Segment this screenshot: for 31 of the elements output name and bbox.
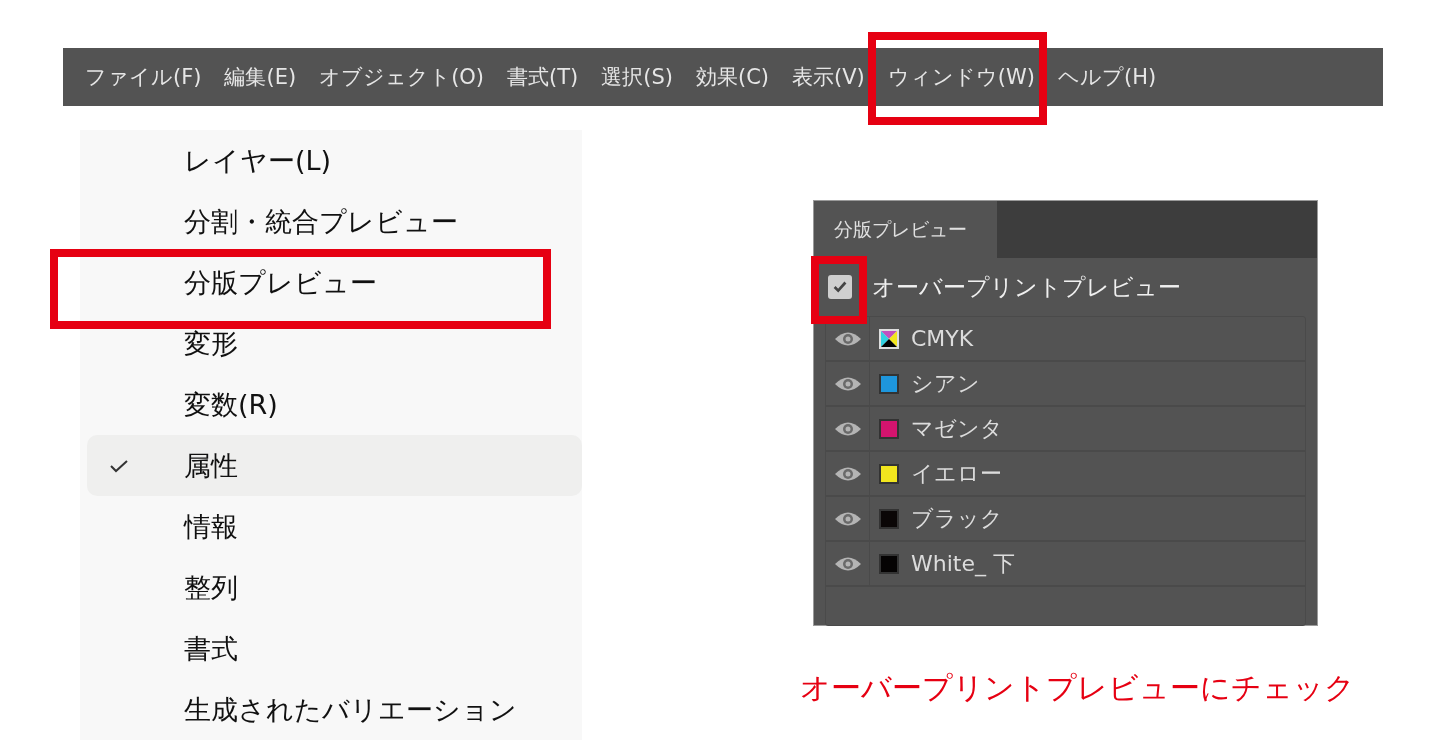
plate-name: マゼンタ [911,414,1003,443]
plate-name: イエロー [911,459,1002,488]
checkbox-label: オーバープリントプレビュー [872,272,1181,302]
menu-item[interactable]: 書式 [87,618,582,679]
menu-bar-item[interactable]: ウィンドウ(W) [887,65,1035,89]
plate-name: White_ 下 [911,549,1015,579]
menu-item[interactable]: 分版プレビュー [87,252,582,313]
menu-bar-item[interactable]: 書式(T) [507,65,579,89]
plate-name: CMYK [911,326,974,351]
plate-name: シアン [911,369,980,398]
annotation-text: オーバープリントプレビューにチェック [800,669,1355,707]
menu-item[interactable]: 分割・統合プレビュー [87,191,582,252]
menu-bar-item[interactable]: ヘルプ(H) [1057,65,1157,89]
menu-bar-item[interactable]: 効果(C) [696,65,770,89]
menu-item[interactable]: 変数(R) [87,374,582,435]
checkbox[interactable] [828,275,852,299]
checkmark-icon [109,458,129,473]
menu-bar-item[interactable]: ファイル(F) [85,65,202,89]
menu-item[interactable]: 属性 [87,435,582,496]
menu-bar-item[interactable]: 編集(E) [224,65,297,89]
menu-item[interactable]: 生成されたバリエーション [87,679,582,740]
menu-item[interactable]: 情報 [87,496,582,557]
menu-bar-item[interactable]: 選択(S) [601,65,673,89]
menu-item[interactable]: レイヤー(L) [87,130,582,191]
menu-bar-item[interactable]: 表示(V) [792,65,865,89]
plate-name: ブラック [911,504,1003,533]
menu-item[interactable]: 変形 [87,313,582,374]
panel-tab[interactable]: 分版プレビュー [814,201,997,258]
menu-bar-item[interactable]: オブジェクト(O) [319,65,485,89]
menu-item[interactable]: 整列 [87,557,582,618]
cmyk-swatch-icon [879,328,899,349]
